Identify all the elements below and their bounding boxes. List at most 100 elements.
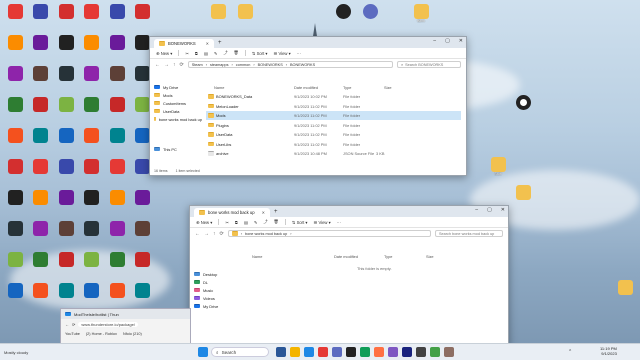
sidebar-item-my-drive[interactable]: My Drive <box>190 302 238 310</box>
desktop-app-icon[interactable] <box>2 66 28 96</box>
weather-widget[interactable]: Mostly cloudy <box>4 350 28 355</box>
paste-icon[interactable]: ▤ <box>244 220 248 225</box>
desktop-app-icon[interactable] <box>130 4 156 34</box>
browser-window[interactable]: ModTheIsle/hotlist | Thun ← ⟳ www.thunde… <box>60 308 191 346</box>
taskbar-app-icon[interactable] <box>332 347 342 357</box>
sidebar-item-music[interactable]: Music <box>190 286 238 294</box>
url-bar[interactable]: www.thunderstore.io/package/ <box>78 321 138 327</box>
new-button[interactable]: ⊕ New ▾ <box>196 220 212 225</box>
desktop-app-icon[interactable] <box>104 190 130 220</box>
desktop-app-icon[interactable] <box>104 4 130 34</box>
sidebar-item[interactable]: UserData <box>150 107 202 115</box>
more-options-icon[interactable]: ··· <box>297 51 301 56</box>
new-button[interactable]: ⊕ New ▾ <box>156 51 172 56</box>
column-header-date[interactable]: Date modified <box>334 254 358 259</box>
new-tab-button[interactable]: + <box>218 40 222 46</box>
more-options-icon[interactable]: ··· <box>337 220 341 225</box>
maximize-button[interactable]: ▢ <box>487 207 492 213</box>
explorer-window-boneworks[interactable]: BONEWORKS ✕ + – ▢ ✕ ⊕ New ▾ ✂ ⧉ ▤ ✎ ⤴ 🗑 … <box>149 36 467 176</box>
taskbar-app-icon[interactable] <box>360 347 370 357</box>
file-row[interactable]: BONEWORKS_Data 9/1/2023 10:02 PM File fold… <box>206 92 461 101</box>
desktop-app-icon[interactable] <box>130 252 156 282</box>
column-header-date[interactable]: Date modified <box>294 85 318 90</box>
bookmark-youtube[interactable]: YouTube <box>65 332 80 336</box>
desktop-app-icon[interactable] <box>2 128 28 158</box>
clock[interactable]: 11:19 PM 9/1/2023 <box>600 346 617 356</box>
share-icon[interactable]: ⤴ <box>263 219 267 225</box>
desktop-folder[interactable] <box>232 4 258 34</box>
desktop-app-icon[interactable] <box>53 4 79 34</box>
file-row[interactable]: UserData 9/1/2023 11:02 PM File folder <box>206 130 461 139</box>
taskbar-app-icon[interactable] <box>444 347 454 357</box>
taskbar-app-icon[interactable] <box>416 347 426 357</box>
desktop-app-icon[interactable] <box>104 35 130 65</box>
desktop-app-icon[interactable] <box>79 252 105 282</box>
browser-tab-title[interactable]: ModTheIsle/hotlist | Thun <box>74 312 119 317</box>
refresh-icon[interactable]: ⟳ <box>72 322 75 327</box>
forward-icon[interactable]: → <box>164 62 169 68</box>
sidebar-item-dl[interactable]: DL <box>190 278 238 286</box>
back-icon[interactable]: ← <box>65 322 69 327</box>
file-row[interactable]: archive 9/1/2023 10:48 PM JSON Source File… <box>206 149 461 158</box>
desktop-app-icon[interactable] <box>28 97 54 127</box>
refresh-icon[interactable]: ⟳ <box>180 62 184 68</box>
close-window-button[interactable]: ✕ <box>459 38 463 44</box>
desktop-app-icon[interactable] <box>79 35 105 65</box>
desktop-app-icon[interactable] <box>53 190 79 220</box>
rename-icon[interactable]: ✎ <box>254 220 258 225</box>
up-icon[interactable]: ↑ <box>213 231 216 237</box>
taskbar-app-icon[interactable] <box>346 347 356 357</box>
new-tab-button[interactable]: + <box>274 209 278 215</box>
taskbar-app-icon[interactable] <box>276 347 286 357</box>
desktop-app-icon[interactable] <box>2 35 28 65</box>
desktop-app-icon[interactable] <box>53 66 79 96</box>
file-row[interactable]: MelonLoader 9/1/2023 11:02 PM File folder <box>206 102 461 111</box>
breadcrumb-item[interactable]: common <box>236 63 251 67</box>
desktop-app-icon[interactable] <box>104 252 130 282</box>
forward-icon[interactable]: → <box>204 231 209 237</box>
taskbar-app-icon[interactable] <box>430 347 440 357</box>
taskbar-app-icon[interactable] <box>402 347 412 357</box>
desktop-app-icon[interactable] <box>510 95 536 125</box>
desktop-app-icon[interactable] <box>53 35 79 65</box>
sidebar-item[interactable]: My Drive <box>150 83 202 91</box>
desktop-app-icon[interactable] <box>79 221 105 251</box>
sidebar-item[interactable]: CustomItems <box>150 99 202 107</box>
sidebar-item[interactable]: bone works mod back up <box>150 115 202 123</box>
breadcrumb-item[interactable]: Steam <box>192 63 203 67</box>
share-icon[interactable]: ⤴ <box>223 50 227 56</box>
back-icon[interactable]: ← <box>195 231 200 237</box>
desktop-app-icon[interactable] <box>28 66 54 96</box>
desktop-app-icon[interactable] <box>28 221 54 251</box>
minimize-button[interactable]: – <box>433 38 436 44</box>
taskbar-app-icon[interactable] <box>304 347 314 357</box>
desktop-app-icon[interactable] <box>53 97 79 127</box>
column-header-type[interactable]: Type <box>384 254 392 259</box>
desktop-app-icon[interactable] <box>79 190 105 220</box>
breadcrumb-item[interactable]: steamapps <box>210 63 229 67</box>
minimize-button[interactable]: – <box>475 207 478 213</box>
desktop-app-icon[interactable] <box>104 159 130 189</box>
rename-icon[interactable]: ✎ <box>214 51 218 56</box>
desktop-app-icon[interactable] <box>2 190 28 220</box>
desktop-app-icon[interactable] <box>79 66 105 96</box>
column-header-name[interactable]: Name <box>252 254 262 259</box>
taskbar-app-icon[interactable] <box>318 347 328 357</box>
desktop-app-icon[interactable] <box>130 190 156 220</box>
search-input[interactable]: Search bone works mod back up <box>435 230 503 237</box>
desktop-app-icon[interactable] <box>357 4 383 34</box>
up-icon[interactable]: ↑ <box>173 62 176 68</box>
desktop-app-icon[interactable] <box>79 159 105 189</box>
close-tab-icon[interactable]: ✕ <box>206 41 209 46</box>
delete-icon[interactable]: 🗑 <box>234 50 239 56</box>
desktop-app-icon[interactable] <box>2 283 28 313</box>
explorer-window-mod-back-up[interactable]: bone works mod back up ✕ + – ▢ ✕ ⊕ New ▾… <box>189 205 509 347</box>
column-header-type[interactable]: Type <box>343 85 351 90</box>
desktop-app-icon[interactable] <box>28 159 54 189</box>
desktop-app-icon[interactable] <box>79 97 105 127</box>
explorer-tab[interactable]: bone works mod back up ✕ <box>194 208 270 217</box>
desktop-folder-fsbm[interactable]: fsbm <box>408 4 434 34</box>
desktop-app-icon[interactable] <box>2 4 28 34</box>
taskbar-app-icon[interactable] <box>374 347 384 357</box>
paste-icon[interactable]: ▤ <box>204 51 208 56</box>
